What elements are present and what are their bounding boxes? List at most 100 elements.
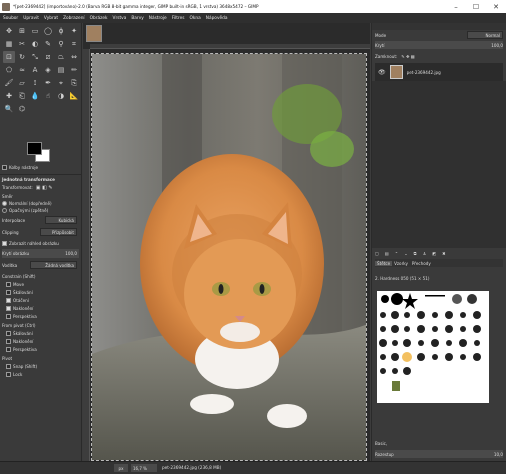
dodge-icon[interactable]: ◑	[55, 90, 67, 102]
rotate-icon[interactable]: ↻	[16, 51, 28, 63]
duplicate-layer-icon[interactable]: ⧉	[414, 251, 417, 256]
lower-layer-icon[interactable]: ⌄	[404, 251, 407, 256]
tab-brushes[interactable]: Štětce	[375, 260, 393, 266]
show-preview-checkbox[interactable]	[2, 241, 7, 246]
guides-select[interactable]: Žádná vodítka	[30, 261, 77, 269]
close-button[interactable]: ✕	[486, 0, 506, 13]
move-icon[interactable]: ✥	[3, 25, 15, 37]
pivot-scale-checkbox[interactable]	[6, 331, 11, 336]
opacity-slider[interactable]: Krytí obrázku 100,0	[2, 249, 79, 258]
preview-row[interactable]: Zobrazit náhled obrázku	[2, 239, 79, 248]
menu-upravit[interactable]: Upravit	[23, 16, 39, 21]
menu-nastroje[interactable]: Nástroje	[149, 16, 167, 21]
menu-filtres[interactable]: Filtres	[172, 16, 185, 21]
scissors-icon[interactable]: ✂	[16, 38, 28, 50]
menu-vrstva[interactable]: Vrstva	[113, 16, 127, 21]
shear-icon[interactable]: ⧄	[42, 51, 54, 63]
eraser-icon[interactable]: ▱	[16, 77, 28, 89]
tab-gradients[interactable]: Přechody	[410, 261, 433, 266]
lasso-icon[interactable]: ϕ	[55, 25, 67, 37]
brush-tag[interactable]: Basic,	[375, 440, 503, 447]
constrain-perspective[interactable]: Perspektiva	[2, 312, 79, 321]
ellipse-select-icon[interactable]: ◯	[42, 25, 54, 37]
pivot-perspective[interactable]: Perspektiva	[2, 345, 79, 354]
new-group-icon[interactable]: ▤	[385, 251, 389, 256]
unit-select[interactable]: px	[114, 464, 128, 472]
zoom-icon[interactable]: 🔍	[3, 103, 15, 115]
constrain-rotate-checkbox[interactable]	[6, 298, 11, 303]
blur-icon[interactable]: 💧	[29, 90, 41, 102]
new-layer-icon[interactable]: ▢	[375, 251, 379, 256]
bucket-fill-icon[interactable]: ◈	[42, 64, 54, 76]
mode-select[interactable]: Normal	[467, 31, 503, 39]
paths-icon[interactable]: ✎	[42, 38, 54, 50]
horizontal-ruler[interactable]	[90, 44, 370, 49]
constrain-move-checkbox[interactable]	[6, 282, 11, 287]
direction-reverse-radio[interactable]	[2, 208, 7, 213]
mask-layer-icon[interactable]: ◩	[432, 251, 436, 256]
image-tab-thumbnail[interactable]	[86, 25, 102, 42]
pivot-lock[interactable]: Lock	[2, 370, 79, 379]
align-icon[interactable]: ⊞	[16, 25, 28, 37]
heal-icon[interactable]: ✚	[3, 90, 15, 102]
handle-transform-icon[interactable]: ⌬	[16, 103, 28, 115]
clone-icon[interactable]: ⎘	[68, 77, 80, 89]
maximize-button[interactable]: ☐	[466, 0, 486, 13]
flip-icon[interactable]: ⇔	[68, 51, 80, 63]
layer-opacity-slider[interactable]: Krytí 100,0	[375, 41, 503, 49]
constrain-scale-checkbox[interactable]	[6, 290, 11, 295]
minimize-button[interactable]: –	[446, 0, 466, 13]
delete-layer-icon[interactable]: ✖	[442, 251, 445, 256]
cage-icon[interactable]: ⬠	[3, 64, 15, 76]
menu-zobrazeni[interactable]: Zobrazení	[63, 16, 85, 21]
color-swatches[interactable]	[27, 142, 51, 164]
foreground-select-icon[interactable]: ◐	[29, 38, 41, 50]
pivot-snap-checkbox[interactable]	[6, 364, 11, 369]
color-picker-icon[interactable]: ⚲	[55, 38, 67, 50]
tab-patterns[interactable]: Vzorky	[392, 261, 410, 266]
pivot-lock-checkbox[interactable]	[6, 372, 11, 377]
fuzzy-select-icon[interactable]: ✦	[68, 25, 80, 37]
measure-icon[interactable]: 📐	[68, 90, 80, 102]
anchor-layer-icon[interactable]: ⚓	[423, 251, 427, 256]
scale-icon[interactable]: ⤡	[29, 51, 41, 63]
menu-soubor[interactable]: Soubor	[3, 16, 18, 21]
unified-transform-icon[interactable]: ⊡	[3, 51, 15, 63]
warp-icon[interactable]: ≈	[16, 64, 28, 76]
perspective-clone-icon[interactable]: ⎗	[16, 90, 28, 102]
brush-grid[interactable]	[377, 291, 489, 403]
vertical-ruler[interactable]	[83, 49, 90, 464]
direction-reverse[interactable]: Opačnými (zpětně)	[2, 206, 79, 215]
smudge-icon[interactable]: ☝	[42, 90, 54, 102]
menu-barvy[interactable]: Barvy	[131, 16, 143, 21]
pencil-icon[interactable]: ✏	[68, 64, 80, 76]
eye-icon[interactable]: 👁	[378, 69, 386, 76]
interpolation-select[interactable]: Kubická	[45, 216, 77, 224]
crop-icon[interactable]: ⌗	[68, 38, 80, 50]
menu-okna[interactable]: Okna	[190, 16, 201, 21]
lock-icons[interactable]: ✎ ✥ ▦	[401, 54, 414, 59]
gradient-icon[interactable]: ▤	[55, 64, 67, 76]
airbrush-icon[interactable]: ⟟	[29, 77, 41, 89]
raise-layer-icon[interactable]: ⌃	[395, 251, 398, 256]
menu-vybrat[interactable]: Vybrat	[44, 16, 58, 21]
foreground-color-swatch[interactable]	[27, 142, 42, 155]
menu-obrazek[interactable]: Obrázek	[90, 16, 108, 21]
spacing-slider[interactable]: Rozestup 10,0	[375, 450, 503, 458]
pivot-shear-checkbox[interactable]	[6, 339, 11, 344]
clipping-select[interactable]: Přizpůsobit	[40, 228, 77, 236]
paintbrush-icon[interactable]: 🖌	[3, 77, 15, 89]
image-canvas[interactable]	[91, 53, 367, 461]
mypaint-icon[interactable]: ⌖	[55, 77, 67, 89]
rect-select-icon[interactable]: ▭	[29, 25, 41, 37]
transform-layer-icon[interactable]: ▣ ◧ ✎	[36, 185, 53, 191]
fill-checkbox[interactable]	[2, 165, 7, 170]
layer-row[interactable]: 👁 pet-2369442.jpg	[375, 63, 503, 81]
ink-icon[interactable]: ✒	[42, 77, 54, 89]
zoom-select[interactable]: 16,7 %	[131, 464, 157, 472]
menu-napoveda[interactable]: Nápověda	[206, 16, 228, 21]
pivot-perspective-checkbox[interactable]	[6, 347, 11, 352]
color-select-icon[interactable]: ▦	[3, 38, 15, 50]
perspective-icon[interactable]: ⏢	[55, 51, 67, 63]
constrain-perspective-checkbox[interactable]	[6, 314, 11, 319]
